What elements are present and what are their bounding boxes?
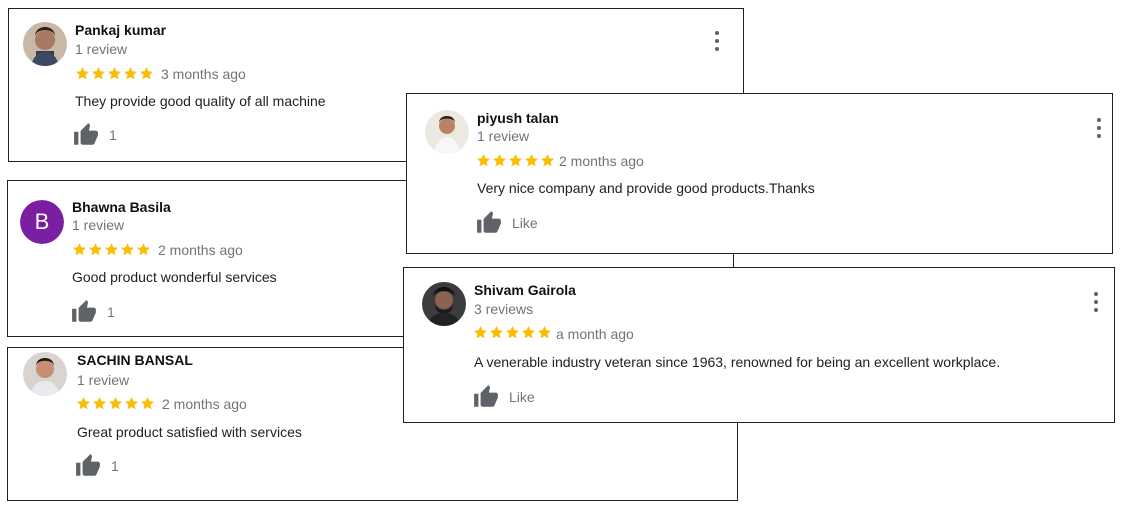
star-icon bbox=[476, 153, 491, 168]
review-text: They provide good quality of all machine bbox=[75, 93, 326, 109]
star-icon bbox=[91, 66, 106, 81]
thumbs-up-icon bbox=[73, 122, 99, 148]
thumbs-up-icon bbox=[473, 384, 499, 410]
more-options-button[interactable] bbox=[1094, 118, 1104, 138]
review-count[interactable]: 1 review bbox=[77, 372, 129, 388]
review-card: Shivam Gairola 3 reviews a month ago A v… bbox=[403, 267, 1115, 423]
like-count: 1 bbox=[107, 304, 115, 320]
star-icon bbox=[537, 325, 552, 340]
like-button[interactable]: Like bbox=[473, 384, 535, 410]
more-options-button[interactable] bbox=[1091, 292, 1101, 312]
review-time: 2 months ago bbox=[158, 242, 243, 258]
review-text: Good product wonderful services bbox=[72, 269, 277, 285]
star-rating bbox=[76, 396, 155, 411]
star-icon bbox=[540, 153, 555, 168]
review-text: Great product satisfied with services bbox=[77, 424, 302, 440]
review-time: a month ago bbox=[556, 326, 634, 342]
star-icon bbox=[123, 66, 138, 81]
review-text: A venerable industry veteran since 1963,… bbox=[474, 354, 1001, 370]
reviewer-name[interactable]: Shivam Gairola bbox=[474, 282, 576, 298]
review-count[interactable]: 1 review bbox=[75, 41, 127, 57]
star-icon bbox=[104, 242, 119, 257]
star-icon bbox=[76, 396, 91, 411]
avatar[interactable] bbox=[422, 282, 466, 326]
star-icon bbox=[505, 325, 520, 340]
like-button[interactable]: 1 bbox=[75, 453, 119, 479]
avatar[interactable] bbox=[23, 22, 67, 66]
review-count[interactable]: 1 review bbox=[72, 217, 124, 233]
review-text: Very nice company and provide good produ… bbox=[477, 180, 815, 196]
avatar-letter: B bbox=[20, 200, 64, 244]
like-label: Like bbox=[512, 215, 538, 231]
star-icon bbox=[521, 325, 536, 340]
review-card: piyush talan 1 review 2 months ago Very … bbox=[406, 93, 1113, 254]
star-icon bbox=[492, 153, 507, 168]
like-button[interactable]: 1 bbox=[71, 299, 115, 325]
star-icon bbox=[136, 242, 151, 257]
avatar[interactable] bbox=[425, 110, 469, 154]
like-button[interactable]: 1 bbox=[73, 122, 117, 148]
star-rating bbox=[72, 242, 151, 257]
review-time: 3 months ago bbox=[161, 66, 246, 82]
star-rating bbox=[473, 325, 552, 340]
star-icon bbox=[92, 396, 107, 411]
like-count: 1 bbox=[109, 127, 117, 143]
review-count[interactable]: 3 reviews bbox=[474, 301, 533, 317]
avatar[interactable] bbox=[23, 352, 67, 396]
review-time: 2 months ago bbox=[162, 396, 247, 412]
reviewer-name[interactable]: Bhawna Basila bbox=[72, 199, 171, 215]
star-icon bbox=[72, 242, 87, 257]
star-icon bbox=[88, 242, 103, 257]
star-icon bbox=[107, 66, 122, 81]
star-icon bbox=[508, 153, 523, 168]
star-rating bbox=[75, 66, 154, 81]
star-icon bbox=[120, 242, 135, 257]
like-label: Like bbox=[509, 389, 535, 405]
thumbs-up-icon bbox=[476, 210, 502, 236]
star-rating bbox=[476, 153, 555, 168]
thumbs-up-icon bbox=[75, 453, 101, 479]
star-icon bbox=[473, 325, 488, 340]
star-icon bbox=[75, 66, 90, 81]
reviewer-name[interactable]: SACHIN BANSAL bbox=[77, 352, 193, 368]
star-icon bbox=[124, 396, 139, 411]
star-icon bbox=[140, 396, 155, 411]
like-button[interactable]: Like bbox=[476, 210, 538, 236]
thumbs-up-icon bbox=[71, 299, 97, 325]
more-options-button[interactable] bbox=[712, 31, 722, 51]
star-icon bbox=[108, 396, 123, 411]
reviewer-name[interactable]: piyush talan bbox=[477, 110, 559, 126]
star-icon bbox=[489, 325, 504, 340]
review-time: 2 months ago bbox=[559, 153, 644, 169]
star-icon bbox=[139, 66, 154, 81]
review-count[interactable]: 1 review bbox=[477, 128, 529, 144]
avatar[interactable]: B bbox=[20, 200, 64, 244]
star-icon bbox=[524, 153, 539, 168]
like-count: 1 bbox=[111, 458, 119, 474]
reviewer-name[interactable]: Pankaj kumar bbox=[75, 22, 166, 38]
